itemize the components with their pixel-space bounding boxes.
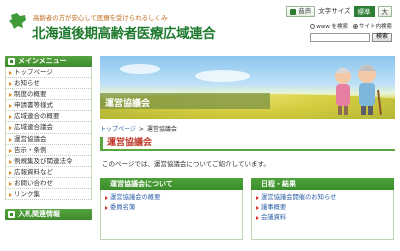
sidebar-item-council[interactable]: 運営協議会: [6, 133, 91, 145]
font-size-normal-button[interactable]: 標準: [353, 6, 375, 17]
bidding-icon: [8, 211, 15, 219]
panel-about-title: 運営協議会について: [100, 178, 243, 190]
search-site-option[interactable]: サイト内検索: [352, 22, 392, 30]
breadcrumb: トップページ > 運営協議会: [100, 124, 395, 133]
menu-icon: [8, 58, 15, 65]
hokkaido-logo-icon[interactable]: [8, 11, 28, 31]
site-title[interactable]: 北海道後期高齢者医療広域連合: [32, 22, 216, 42]
panel-about-body: 運営協議会の概要 委員名簿: [100, 190, 243, 240]
search-scope: www を検索 サイト内検索: [302, 22, 392, 30]
sidebar-item-overview[interactable]: 制度の概要: [6, 89, 91, 101]
sidebar-item-contact[interactable]: お問い合わせ: [6, 177, 91, 190]
search-web-option[interactable]: www を検索: [310, 22, 348, 30]
search-area: www を検索 サイト内検索 検索: [302, 22, 392, 42]
radio-site[interactable]: [352, 24, 358, 29]
sidebar-item-pr[interactable]: 広報資料など: [6, 166, 91, 178]
radio-web[interactable]: [310, 24, 316, 29]
bidding-info-title: 入札関連情報: [18, 210, 60, 219]
link-member-list[interactable]: 委員名簿: [104, 203, 239, 213]
link-meeting-materials[interactable]: 会議資料: [255, 213, 390, 223]
cloud-shape: [195, 70, 250, 82]
font-size-label: 文字サイズ: [318, 7, 351, 15]
main-menu-header: メインメニュー: [5, 56, 92, 67]
intro-text: このページでは、運営協議会についてご紹介しています。: [102, 160, 270, 168]
breadcrumb-separator: >: [138, 126, 144, 133]
banner-title: 運営協議会: [105, 99, 151, 109]
voice-button[interactable]: 音声: [286, 6, 316, 17]
breadcrumb-current: 運営協議会: [146, 126, 177, 133]
search-button[interactable]: 検索: [371, 33, 392, 42]
sidebar-item-links[interactable]: リンク集: [6, 189, 91, 201]
page-title: 運営協議会: [100, 137, 395, 151]
link-meeting-notice[interactable]: 運営協議会開催のお知らせ: [255, 193, 390, 203]
sidebar-item-top[interactable]: トップページ: [6, 67, 91, 79]
content-panels: 運営協議会について 運営協議会の概要 委員名簿 日程・結果 運営協議会開催のお知…: [100, 178, 395, 240]
link-council-overview[interactable]: 運営協議会の概要: [104, 193, 239, 203]
sidebar-item-notices[interactable]: 告示・条例: [6, 144, 91, 156]
panel-schedule-title: 日程・結果: [251, 178, 394, 190]
sidebar-item-news[interactable]: お知らせ: [6, 78, 91, 90]
bidding-info-header[interactable]: 入札関連情報: [5, 209, 92, 221]
search-row: 検索: [302, 33, 392, 42]
search-input[interactable]: [309, 33, 370, 42]
main-content: 運営協議会 トップページ > 運営協議会 運営協議会 このページでは、運営協議会につ…: [100, 56, 395, 240]
speaker-icon: [290, 8, 297, 15]
font-size-large-button[interactable]: 大: [377, 6, 392, 17]
elderly-couple-illustration: [335, 65, 382, 116]
site-tagline: 高齢者の方が安心して医療を受けられるしくみ: [33, 14, 168, 22]
sidebar-item-union-overview[interactable]: 広域連合の概要: [6, 111, 91, 123]
site-header: 高齢者の方が安心して医療を受けられるしくみ 北海道後期高齢者医療広域連合 音声 …: [0, 0, 400, 50]
voice-button-label: 音声: [298, 7, 312, 15]
cloud-shape: [120, 64, 160, 74]
main-menu-title: メインメニュー: [18, 57, 67, 65]
link-minutes[interactable]: 議事概要: [255, 203, 390, 213]
page-banner: 運営協議会: [100, 56, 395, 119]
panel-schedule-body: 運営協議会開催のお知らせ 議事概要 会議資料: [251, 190, 394, 240]
sidebar-item-assembly[interactable]: 広域連合議会: [6, 122, 91, 134]
sidebar-item-regulations[interactable]: 例規集及び関連法令: [6, 155, 91, 167]
sidebar: メインメニュー トップページ お知らせ 制度の概要 申請書等様式 広域連合の概要…: [5, 56, 92, 221]
breadcrumb-home-link[interactable]: トップページ: [100, 126, 136, 133]
panel-about: 運営協議会について 運営協議会の概要 委員名簿: [100, 178, 243, 240]
utility-bar: 音声 文字サイズ 標準 大: [286, 6, 392, 17]
sidebar-item-forms[interactable]: 申請書等様式: [6, 100, 91, 112]
panel-schedule: 日程・結果 運営協議会開催のお知らせ 議事概要 会議資料: [251, 178, 394, 240]
main-menu: トップページ お知らせ 制度の概要 申請書等様式 広域連合の概要 広域連合議会 …: [5, 67, 92, 201]
